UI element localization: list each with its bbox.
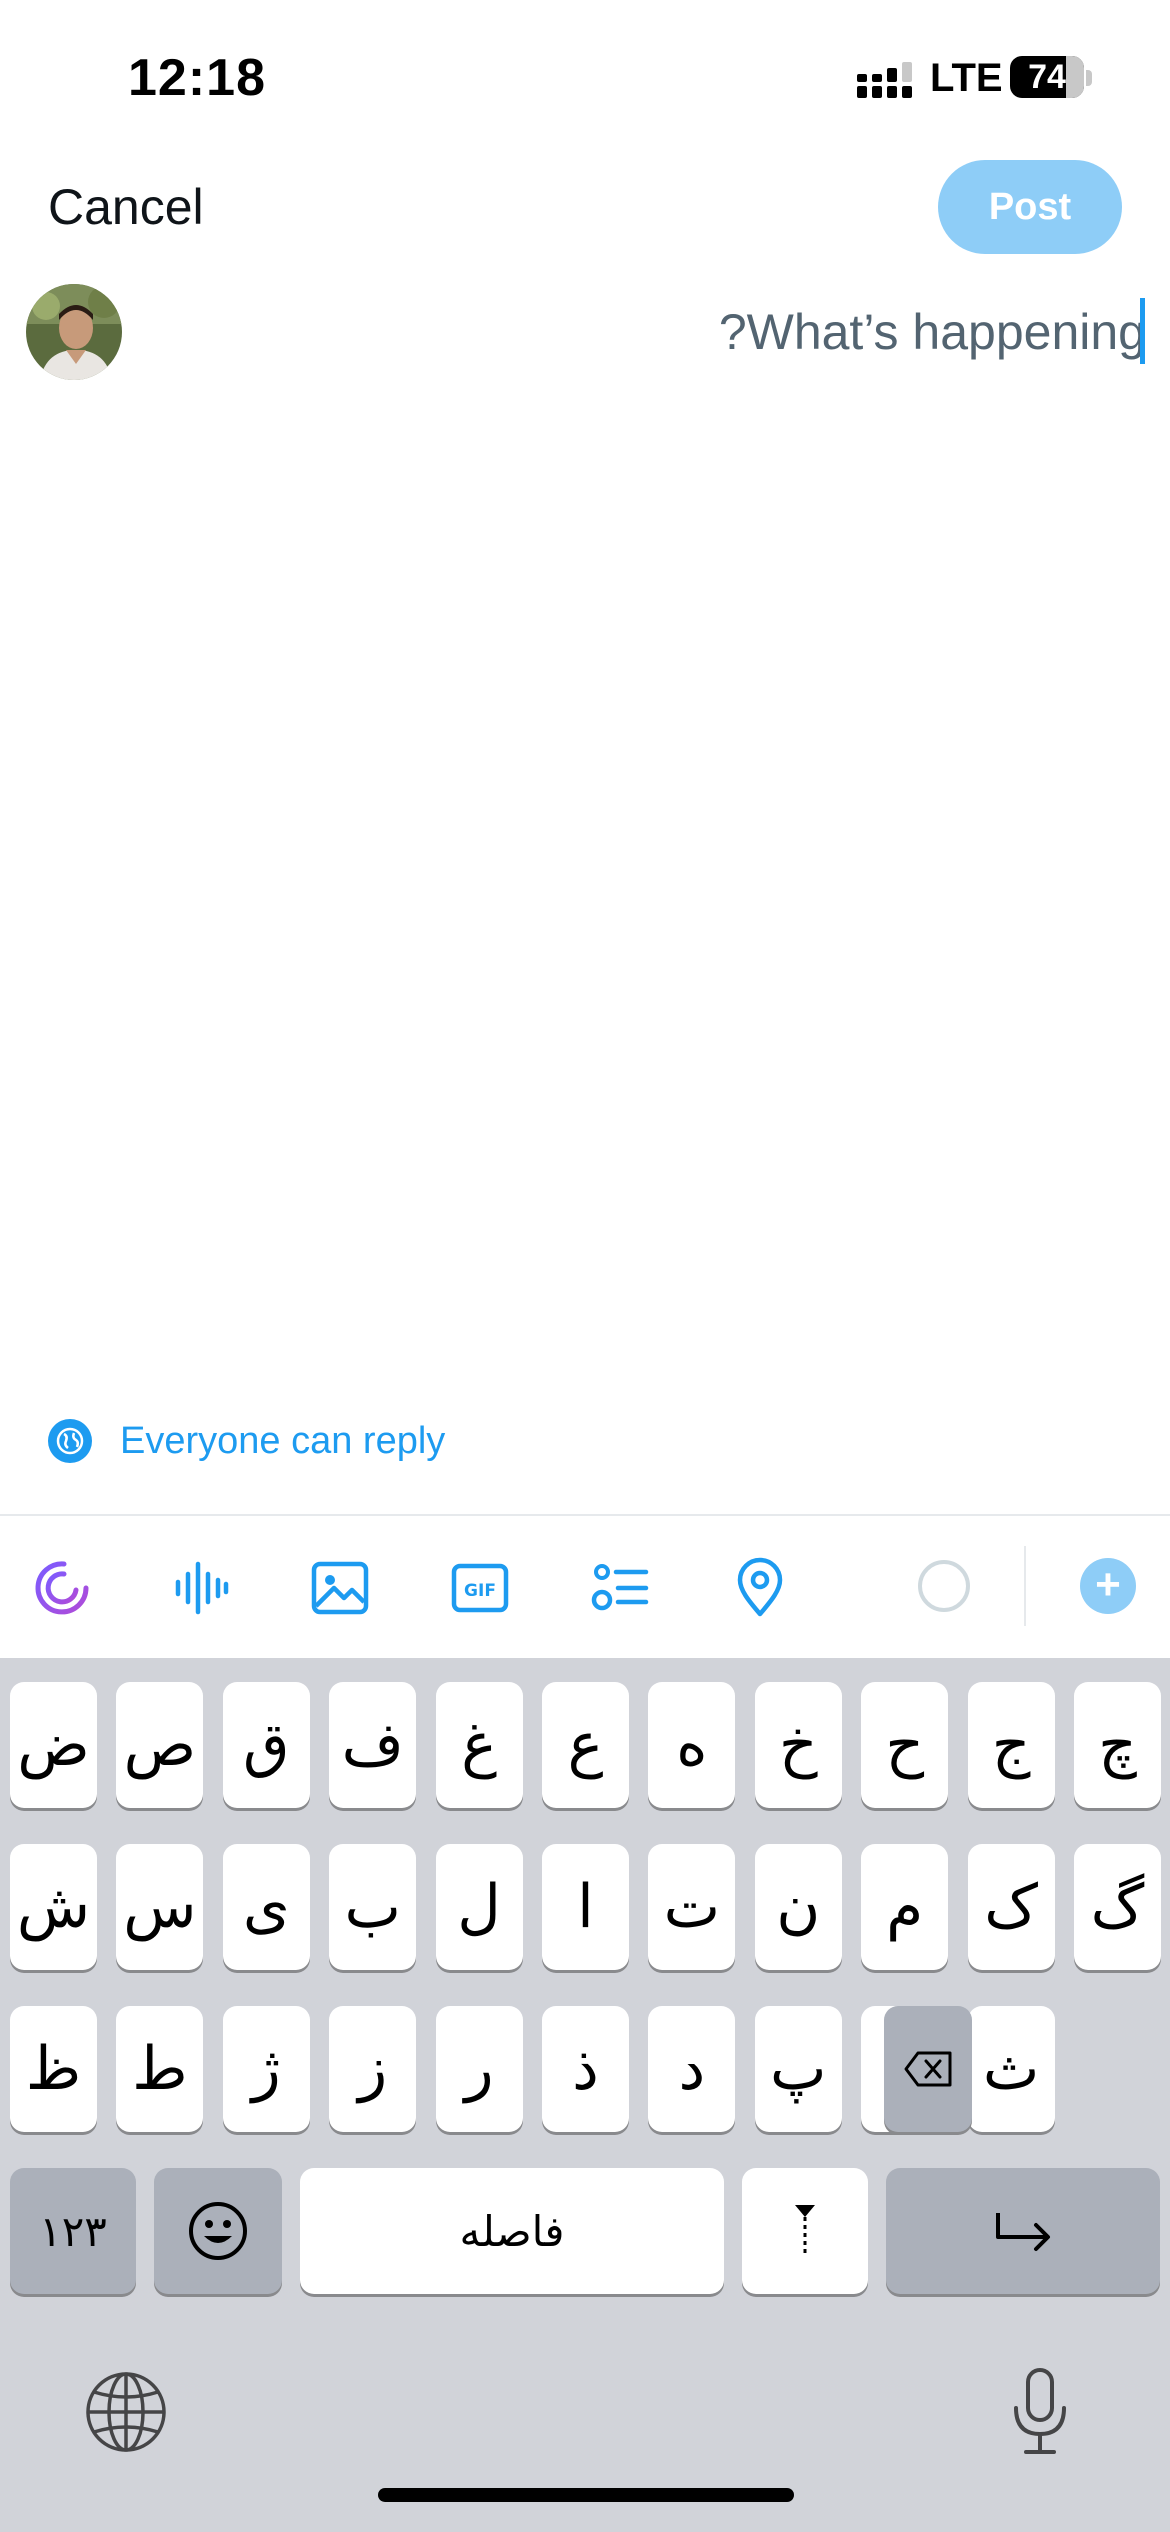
status-bar: 12:18 LTE 74 (0, 0, 1170, 140)
cancel-button[interactable]: Cancel (48, 178, 204, 236)
letter-key[interactable]: ه (648, 1682, 736, 1808)
globe-keyboard-icon[interactable] (84, 2370, 168, 2454)
post-button[interactable]: Post (938, 160, 1122, 254)
image-icon[interactable] (304, 1552, 376, 1624)
letter-key[interactable]: ی (222, 1844, 310, 1970)
letter-key[interactable]: ک (967, 1844, 1055, 1970)
letter-key[interactable]: گ (1074, 1844, 1161, 1970)
poll-icon[interactable] (584, 1552, 656, 1624)
letter-key[interactable]: ت (648, 1844, 736, 1970)
letter-key[interactable]: ر (435, 2006, 523, 2132)
text-cursor (1140, 298, 1145, 364)
persian-keyboard: ضصقفغعهخحجچ شسیبلاتنمکگ ظطژزرذدپوث ۱۲۳ ف… (0, 1658, 1170, 2532)
toolbar-separator (1024, 1546, 1026, 1626)
letter-key[interactable]: ص (116, 1682, 204, 1808)
battery-icon: 74 (1010, 56, 1084, 98)
battery-tip (1086, 70, 1092, 86)
compose-toolbar: GIF (0, 1516, 1170, 1658)
space-key[interactable]: فاصله (300, 2168, 724, 2294)
zwnj-key[interactable] (742, 2168, 868, 2294)
backspace-key[interactable] (884, 2006, 972, 2132)
location-icon[interactable] (724, 1552, 796, 1624)
gif-icon[interactable]: GIF (444, 1552, 516, 1624)
emoji-icon[interactable] (154, 2168, 282, 2294)
letter-key[interactable]: س (116, 1844, 204, 1970)
home-indicator (378, 2488, 794, 2502)
add-thread-button[interactable]: + (1080, 1558, 1136, 1614)
microphone-icon[interactable] (1002, 2364, 1078, 2460)
reply-setting-button[interactable]: Everyone can reply (48, 1416, 445, 1466)
letter-key[interactable]: چ (1074, 1682, 1161, 1808)
cellular-signal-icon (857, 62, 912, 98)
letter-key[interactable]: ع (542, 1682, 629, 1808)
return-key[interactable] (886, 2168, 1160, 2294)
letter-key[interactable]: ز (329, 2006, 417, 2132)
letter-key[interactable]: پ (754, 2006, 842, 2132)
letter-key[interactable]: ض (10, 1682, 97, 1808)
letter-key[interactable]: ق (222, 1682, 310, 1808)
letter-key[interactable]: م (861, 1844, 949, 1970)
letter-key[interactable]: ظ (10, 2006, 97, 2132)
letter-key[interactable]: ج (967, 1682, 1055, 1808)
letter-key[interactable]: ش (10, 1844, 97, 1970)
character-count-ring (918, 1560, 970, 1612)
letter-key[interactable]: ن (754, 1844, 842, 1970)
compose-text-field[interactable]: ?What’s happening (170, 296, 1146, 372)
grok-voice-icon[interactable] (26, 1552, 98, 1624)
letter-key[interactable]: ل (435, 1844, 523, 1970)
letter-key[interactable]: ح (861, 1682, 949, 1808)
globe-icon (48, 1419, 92, 1463)
letter-key[interactable]: د (648, 2006, 736, 2132)
network-type: LTE (930, 56, 1003, 100)
letter-key[interactable]: ب (329, 1844, 417, 1970)
letter-key[interactable]: ط (116, 2006, 204, 2132)
letter-key[interactable]: خ (754, 1682, 842, 1808)
letter-key[interactable]: ا (542, 1844, 629, 1970)
letter-key[interactable]: ذ (542, 2006, 629, 2132)
numbers-key[interactable]: ۱۲۳ (10, 2168, 136, 2294)
audio-wave-icon[interactable] (164, 1552, 236, 1624)
letter-key[interactable]: ژ (222, 2006, 310, 2132)
letter-key[interactable]: ث (967, 2006, 1055, 2132)
letter-key[interactable]: ف (329, 1682, 417, 1808)
letter-key[interactable]: غ (435, 1682, 523, 1808)
reply-setting-label: Everyone can reply (120, 1419, 446, 1462)
gif-label: GIF (464, 1581, 496, 1601)
avatar[interactable] (26, 284, 122, 380)
battery-level: 74 (1028, 58, 1066, 96)
status-time: 12:18 (128, 49, 266, 107)
